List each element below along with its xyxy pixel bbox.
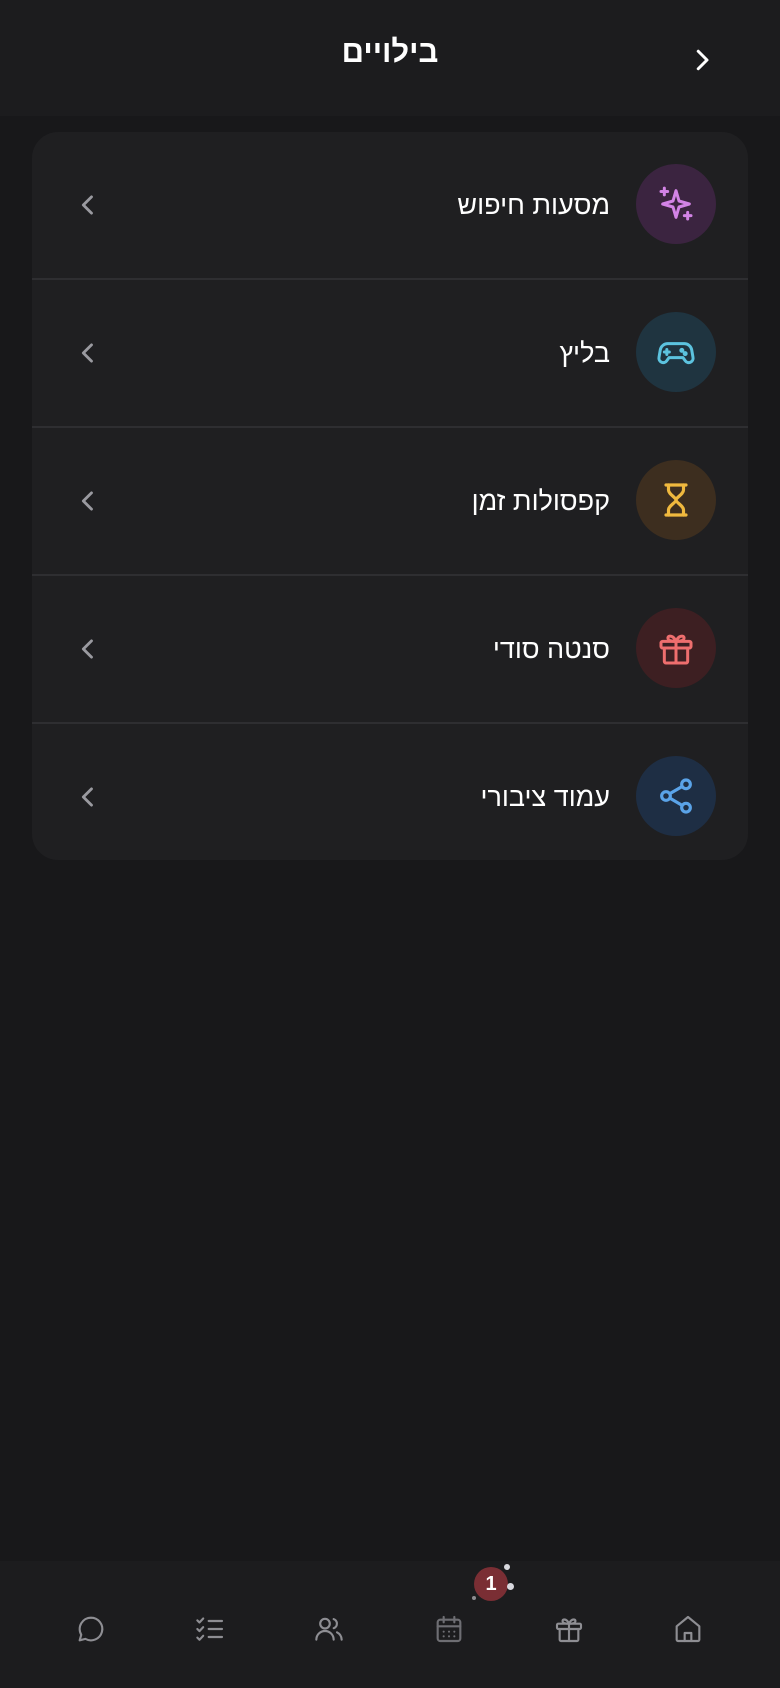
calendar-icon	[436, 1615, 462, 1643]
tab-tasks[interactable]	[182, 1601, 238, 1657]
list-item-label: מסעות חיפוש	[457, 190, 610, 220]
list-item-blitz[interactable]: בליץ	[32, 278, 748, 426]
sparkle-decoration	[504, 1564, 510, 1570]
gift-icon	[659, 634, 693, 665]
tab-gifts[interactable]	[541, 1601, 597, 1657]
list-item-treasure-hunts[interactable]: מסעות חיפוש	[32, 132, 748, 278]
sparkles-icon	[659, 186, 693, 221]
chevron-left-icon	[68, 481, 108, 521]
gamepad-icon	[657, 342, 695, 365]
hourglass-icon	[664, 483, 688, 517]
chat-icon	[78, 1616, 104, 1642]
tab-home[interactable]	[660, 1601, 716, 1657]
sparkle-decoration	[507, 1583, 514, 1590]
tab-calendar[interactable]	[421, 1601, 477, 1657]
activities-list: מסעות חיפוש בליץ קפסולות זמן סנטה סודי ע…	[32, 132, 748, 860]
row-icon-badge	[636, 608, 716, 688]
bottom-tab-bar	[0, 1561, 780, 1688]
back-button[interactable]	[680, 38, 724, 82]
chevron-left-icon	[68, 777, 108, 817]
row-icon-badge	[636, 460, 716, 540]
sparkle-decoration	[472, 1596, 476, 1600]
chevron-left-icon	[68, 185, 108, 225]
list-item-public-page[interactable]: עמוד ציבורי	[32, 722, 748, 860]
list-item-label: עמוד ציבורי	[480, 782, 610, 812]
home-icon	[675, 1615, 701, 1643]
chevron-left-icon	[68, 333, 108, 373]
page-title: בילויים	[341, 34, 439, 69]
row-icon-badge	[636, 312, 716, 392]
checklist-icon	[196, 1617, 224, 1641]
list-item-time-capsules[interactable]: קפסולות זמן	[32, 426, 748, 574]
notification-badge: 1	[474, 1567, 508, 1601]
tab-people[interactable]	[301, 1601, 357, 1657]
gift-icon	[555, 1618, 583, 1643]
chevron-left-icon	[68, 629, 108, 669]
tab-chat[interactable]	[63, 1601, 119, 1657]
list-item-label: קפסולות זמן	[471, 486, 610, 516]
list-item-secret-santa[interactable]: סנטה סודי	[32, 574, 748, 722]
users-icon	[315, 1617, 343, 1641]
chevron-right-icon	[696, 49, 709, 71]
list-item-label: סנטה סודי	[492, 634, 610, 664]
list-item-label: בליץ	[559, 338, 610, 368]
share-icon	[660, 778, 692, 814]
row-icon-badge	[636, 164, 716, 244]
top-app-bar: בילויים	[0, 0, 780, 116]
row-icon-badge	[636, 756, 716, 836]
